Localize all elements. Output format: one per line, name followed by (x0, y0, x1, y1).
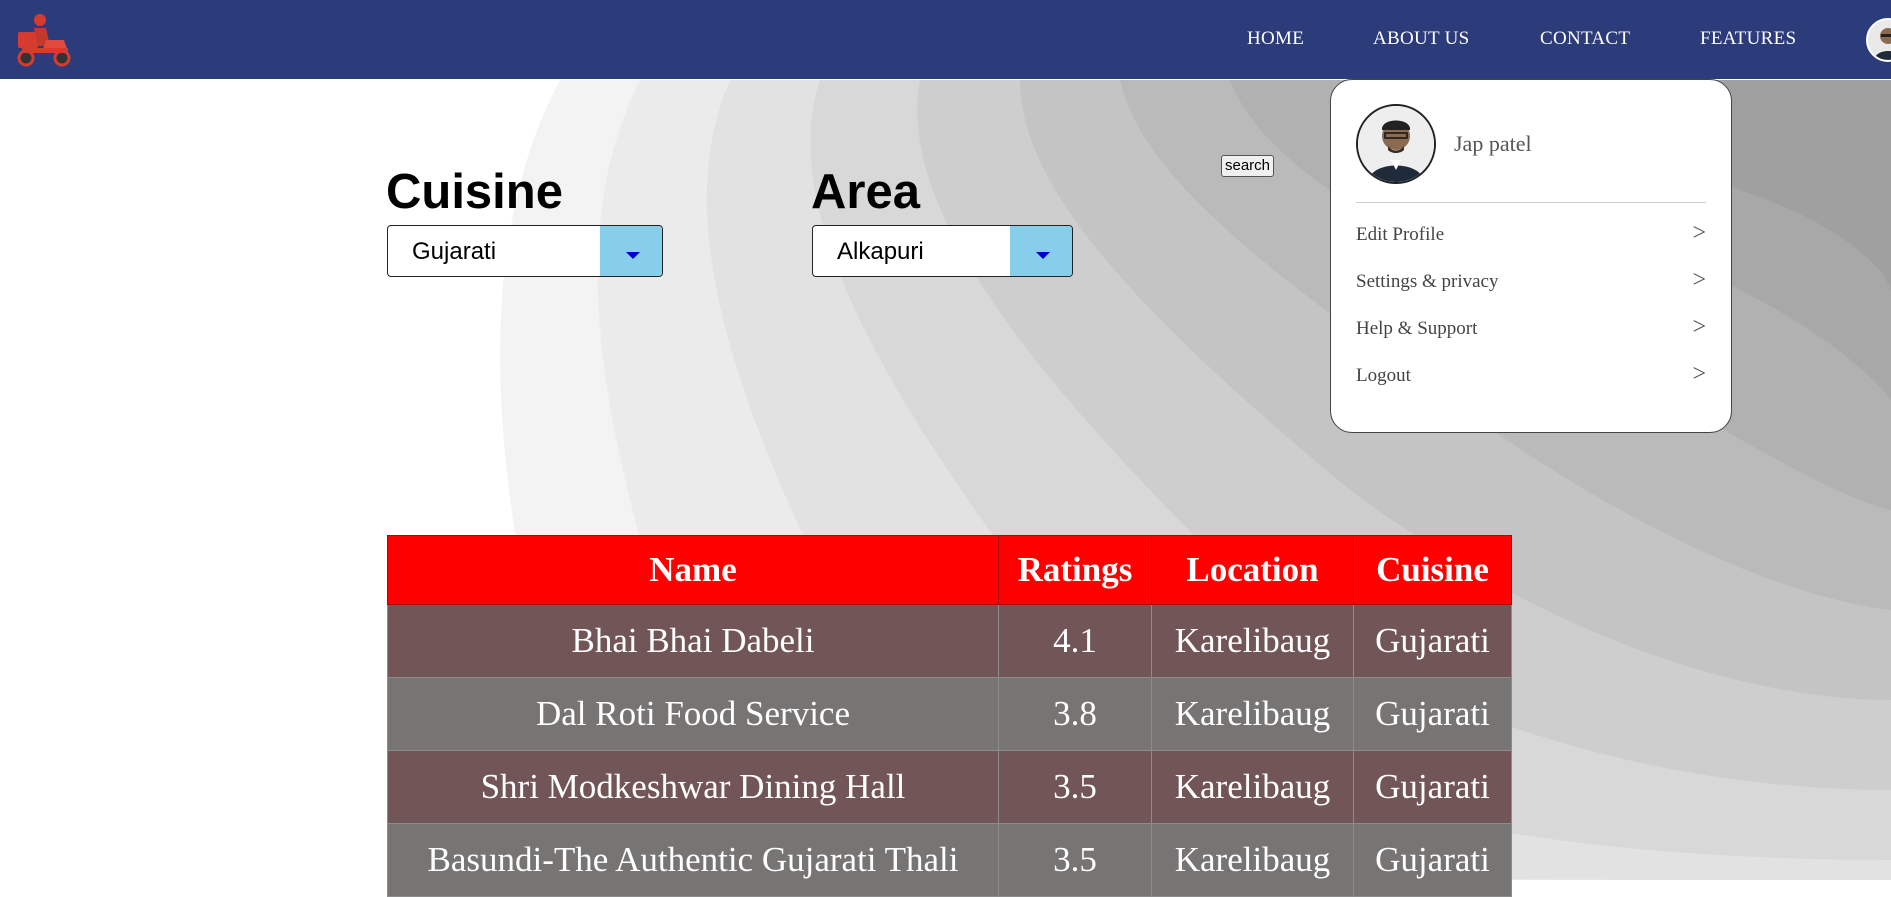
chevron-right-icon: > (1692, 361, 1706, 387)
cell-cuisine: Gujarati (1353, 604, 1512, 678)
profile-user-name: Jap patel (1454, 131, 1532, 156)
column-header-name: Name (387, 535, 999, 605)
cell-cuisine: Gujarati (1353, 750, 1512, 824)
cuisine-select[interactable]: Gujarati (387, 225, 663, 277)
cell-name: Dal Roti Food Service (387, 677, 999, 751)
chevron-down-icon (626, 252, 640, 259)
table-row[interactable]: Bhai Bhai Dabeli 4.1 Karelibaug Gujarati (387, 604, 1512, 678)
menu-item-label: Settings & privacy (1356, 271, 1499, 292)
cell-name: Bhai Bhai Dabeli (387, 604, 999, 678)
area-dropdown-arrow[interactable] (1010, 226, 1072, 276)
search-button[interactable]: search (1221, 155, 1274, 177)
menu-item-help-support[interactable]: Help & Support > (1356, 314, 1706, 344)
cell-name: Basundi-The Authentic Gujarati Thali (387, 823, 999, 897)
cell-location: Karelibaug (1151, 677, 1354, 751)
table-row[interactable]: Dal Roti Food Service 3.8 Karelibaug Guj… (387, 677, 1512, 751)
column-header-cuisine: Cuisine (1353, 535, 1512, 605)
nav-features-link[interactable]: FEATURES (1700, 28, 1796, 50)
cell-location: Karelibaug (1151, 823, 1354, 897)
chevron-right-icon: > (1692, 220, 1706, 246)
cell-location: Karelibaug (1151, 750, 1354, 824)
menu-item-edit-profile[interactable]: Edit Profile > (1356, 220, 1706, 250)
cell-rating: 4.1 (998, 604, 1152, 678)
user-avatar-icon[interactable] (1866, 18, 1891, 62)
cell-rating: 3.8 (998, 677, 1152, 751)
cell-cuisine: Gujarati (1353, 823, 1512, 897)
chevron-right-icon: > (1692, 267, 1706, 293)
profile-avatar-icon (1356, 104, 1436, 184)
chevron-down-icon (1036, 252, 1050, 259)
nav-about-us-link[interactable]: ABOUT US (1373, 28, 1470, 50)
table-row[interactable]: Basundi-The Authentic Gujarati Thali 3.5… (387, 823, 1512, 897)
area-select[interactable]: Alkapuri (812, 225, 1073, 277)
cell-name: Shri Modkeshwar Dining Hall (387, 750, 999, 824)
table-header-row: Name Ratings Location Cuisine (387, 535, 1512, 605)
cuisine-label: Cuisine (386, 165, 563, 219)
cuisine-dropdown-arrow[interactable] (600, 226, 662, 276)
table-row[interactable]: Shri Modkeshwar Dining Hall 3.5 Kareliba… (387, 750, 1512, 824)
profile-menu-divider (1356, 202, 1706, 203)
delivery-scooter-logo-icon[interactable] (12, 10, 74, 68)
column-header-ratings: Ratings (998, 535, 1152, 605)
menu-item-label: Help & Support (1356, 318, 1478, 339)
menu-item-settings-privacy[interactable]: Settings & privacy > (1356, 267, 1706, 297)
cell-rating: 3.5 (998, 750, 1152, 824)
area-select-value: Alkapuri (837, 238, 924, 265)
area-label: Area (811, 165, 920, 219)
nav-home-link[interactable]: HOME (1247, 28, 1304, 50)
menu-item-label: Edit Profile (1356, 224, 1445, 245)
restaurant-results-table: Name Ratings Location Cuisine Bhai Bhai … (387, 535, 1512, 897)
cell-rating: 3.5 (998, 823, 1152, 897)
cell-cuisine: Gujarati (1353, 677, 1512, 751)
nav-contact-link[interactable]: CONTACT (1540, 28, 1630, 50)
cuisine-select-value: Gujarati (412, 238, 497, 265)
menu-item-logout[interactable]: Logout > (1356, 361, 1706, 391)
profile-dropdown-menu: Jap patel Edit Profile > Settings & priv… (1330, 79, 1732, 433)
chevron-right-icon: > (1692, 314, 1706, 340)
cell-location: Karelibaug (1151, 604, 1354, 678)
column-header-location: Location (1151, 535, 1354, 605)
top-navbar: HOME ABOUT US CONTACT FEATURES (0, 0, 1891, 79)
menu-item-label: Logout (1356, 365, 1411, 386)
